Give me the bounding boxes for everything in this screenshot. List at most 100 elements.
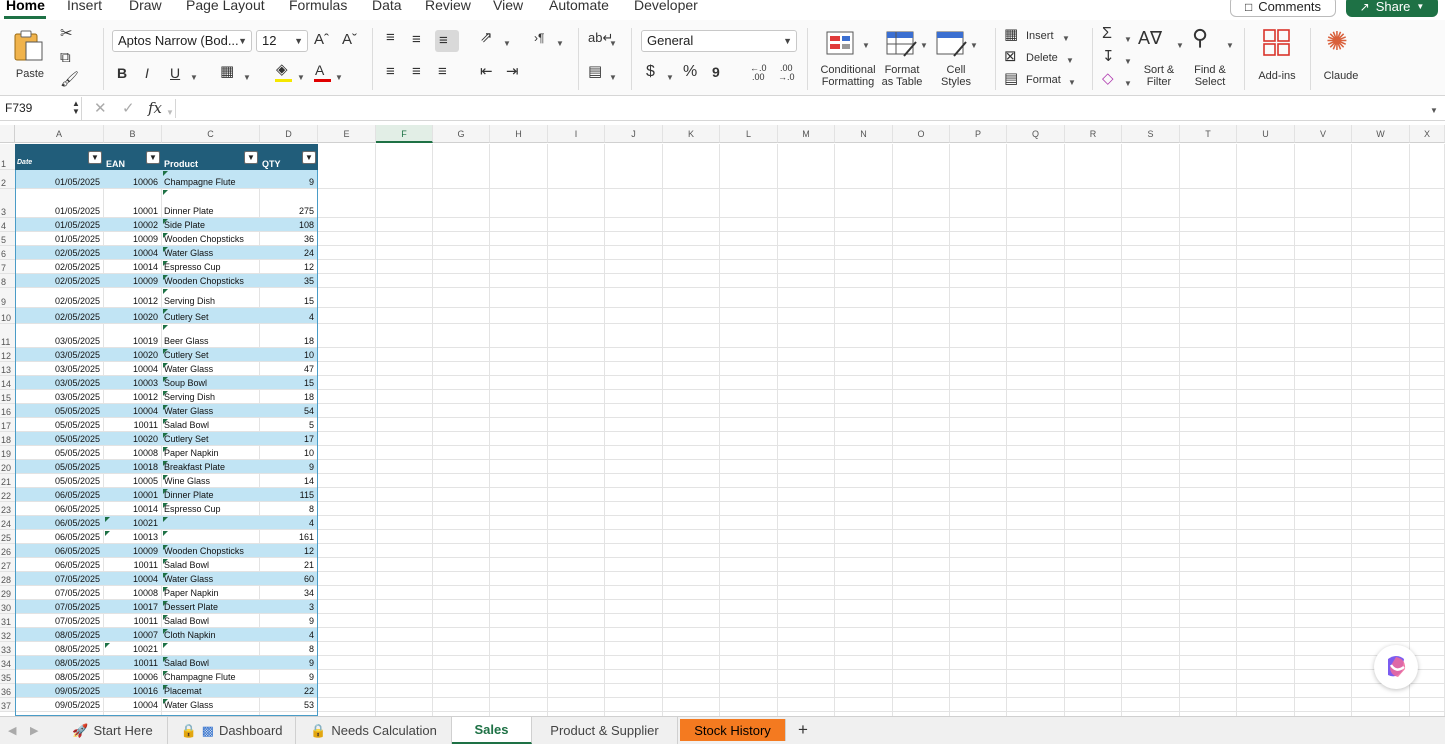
- font-size-select[interactable]: 12 ▼: [256, 30, 308, 52]
- chevron-down-icon[interactable]: ▼: [190, 70, 198, 86]
- align-top-icon[interactable]: ≡: [386, 30, 395, 46]
- chevron-down-icon[interactable]: ▼: [609, 36, 617, 52]
- underline-button[interactable]: U: [170, 65, 180, 81]
- column-header-x[interactable]: X: [1410, 125, 1445, 143]
- chevron-down-icon[interactable]: ▼: [556, 36, 564, 52]
- menu-tab-developer[interactable]: Developer: [634, 0, 698, 13]
- copy-icon[interactable]: ⧉: [60, 50, 71, 66]
- increase-font-size-icon[interactable]: Aˆ: [314, 32, 329, 48]
- row-header[interactable]: 22: [0, 488, 15, 502]
- scroll-left-icon[interactable]: ◀: [8, 723, 16, 739]
- chevron-down-icon[interactable]: ▼: [1124, 54, 1132, 70]
- row-header[interactable]: 27: [0, 558, 15, 572]
- copilot-button[interactable]: [1374, 645, 1418, 689]
- row-header[interactable]: 28: [0, 572, 15, 586]
- number-format-select[interactable]: General ▼: [641, 30, 797, 52]
- text-direction-icon[interactable]: ›¶: [534, 30, 544, 46]
- align-right-icon[interactable]: ≡: [438, 64, 447, 80]
- row-header[interactable]: 12: [0, 348, 15, 362]
- column-header-u[interactable]: U: [1237, 125, 1295, 143]
- menu-tab-view[interactable]: View: [493, 0, 523, 13]
- add-sheet-button[interactable]: +: [798, 721, 808, 738]
- row-header[interactable]: 25: [0, 530, 15, 544]
- row-header[interactable]: 6: [0, 246, 15, 260]
- expand-formula-bar-icon[interactable]: ▼: [1430, 103, 1438, 119]
- row-header[interactable]: 8: [0, 274, 15, 288]
- chevron-down-icon[interactable]: ▼: [666, 70, 674, 86]
- row-header[interactable]: 37: [0, 698, 15, 712]
- column-header-e[interactable]: E: [318, 125, 376, 143]
- column-header-c[interactable]: C: [162, 125, 260, 143]
- menu-tab-review[interactable]: Review: [425, 0, 471, 13]
- column-header-l[interactable]: L: [720, 125, 778, 143]
- row-header[interactable]: 9: [0, 288, 15, 308]
- bold-button[interactable]: B: [117, 65, 127, 81]
- align-left-icon[interactable]: ≡: [386, 64, 395, 80]
- confirm-icon[interactable]: ✓: [122, 101, 135, 117]
- row-header[interactable]: 31: [0, 614, 15, 628]
- sheet-tab-needs-calculation[interactable]: 🔒 Needs Calculation: [296, 717, 452, 744]
- chevron-down-icon[interactable]: ▼: [609, 70, 617, 86]
- align-bottom-button[interactable]: ≡: [435, 30, 459, 52]
- row-header[interactable]: 11: [0, 324, 15, 348]
- comments-button[interactable]: □ Comments: [1230, 0, 1336, 17]
- row-header[interactable]: 20: [0, 460, 15, 474]
- name-box[interactable]: F739: [0, 97, 82, 120]
- column-header-h[interactable]: H: [490, 125, 548, 143]
- row-header[interactable]: 23: [0, 502, 15, 516]
- column-header-i[interactable]: I: [548, 125, 605, 143]
- increase-decimal-icon[interactable]: ←.0.00: [750, 64, 767, 82]
- row-header[interactable]: 30: [0, 600, 15, 614]
- find-select-button[interactable]: ⚲ ▼ Find & Select: [1188, 26, 1234, 90]
- row-header[interactable]: 29: [0, 586, 15, 600]
- column-header-q[interactable]: Q: [1007, 125, 1065, 143]
- row-header[interactable]: 15: [0, 390, 15, 404]
- column-header-t[interactable]: T: [1180, 125, 1237, 143]
- merge-center-icon[interactable]: ▤: [588, 64, 602, 80]
- menu-tab-draw[interactable]: Draw: [129, 0, 162, 13]
- sheet-tab-stock-history[interactable]: Stock History: [680, 719, 786, 741]
- menu-tab-formulas[interactable]: Formulas: [289, 0, 347, 13]
- row-header[interactable]: 16: [0, 404, 15, 418]
- autosum-icon[interactable]: Σ: [1102, 26, 1112, 42]
- row-header[interactable]: 18: [0, 432, 15, 446]
- row-header[interactable]: 5: [0, 232, 15, 246]
- row-header[interactable]: 21: [0, 474, 15, 488]
- share-button[interactable]: ↗ Share ▼: [1346, 0, 1438, 17]
- chevron-down-icon[interactable]: ▼: [335, 70, 343, 86]
- borders-icon[interactable]: ▦: [220, 64, 234, 80]
- row-header[interactable]: 3: [0, 189, 15, 218]
- column-header-a[interactable]: A: [15, 125, 104, 143]
- column-header-d[interactable]: D: [260, 125, 318, 143]
- filter-dropdown-button[interactable]: ▼: [244, 151, 258, 164]
- column-header-g[interactable]: G: [433, 125, 490, 143]
- addins-button[interactable]: Add-ins: [1252, 26, 1302, 90]
- filter-dropdown-button[interactable]: ▼: [302, 151, 316, 164]
- row-header[interactable]: 36: [0, 684, 15, 698]
- sheet-tab-dashboard[interactable]: 🔒 ▩ Dashboard: [168, 717, 296, 744]
- percent-button[interactable]: %: [683, 64, 697, 80]
- column-header-v[interactable]: V: [1295, 125, 1352, 143]
- row-header[interactable]: 13: [0, 362, 15, 376]
- format-cells-button[interactable]: ▤ Format ▼: [1004, 71, 1084, 89]
- cut-icon[interactable]: ✂: [60, 26, 73, 42]
- currency-button[interactable]: $: [646, 64, 655, 80]
- column-header-m[interactable]: M: [778, 125, 835, 143]
- paste-button[interactable]: Paste: [8, 26, 52, 82]
- italic-button[interactable]: I: [145, 65, 149, 81]
- row-header[interactable]: 17: [0, 418, 15, 432]
- comma-style-button[interactable]: 9: [712, 64, 720, 80]
- conditional-formatting-button[interactable]: ▼ Conditional Formatting: [816, 26, 880, 90]
- menu-tab-insert[interactable]: Insert: [67, 0, 102, 13]
- claude-button[interactable]: ✺ Claude: [1318, 26, 1364, 90]
- column-header-w[interactable]: W: [1352, 125, 1410, 143]
- menu-tab-data[interactable]: Data: [372, 0, 402, 13]
- row-header[interactable]: 14: [0, 376, 15, 390]
- decrease-font-size-icon[interactable]: Aˇ: [342, 32, 357, 48]
- chevron-down-icon[interactable]: ▼: [503, 36, 511, 52]
- align-middle-icon[interactable]: ≡: [412, 32, 421, 48]
- column-header-r[interactable]: R: [1065, 125, 1122, 143]
- column-header-p[interactable]: P: [950, 125, 1007, 143]
- name-box-stepper-icon[interactable]: ▲ ▼: [72, 100, 80, 116]
- decrease-decimal-icon[interactable]: .00 →.0: [778, 64, 795, 82]
